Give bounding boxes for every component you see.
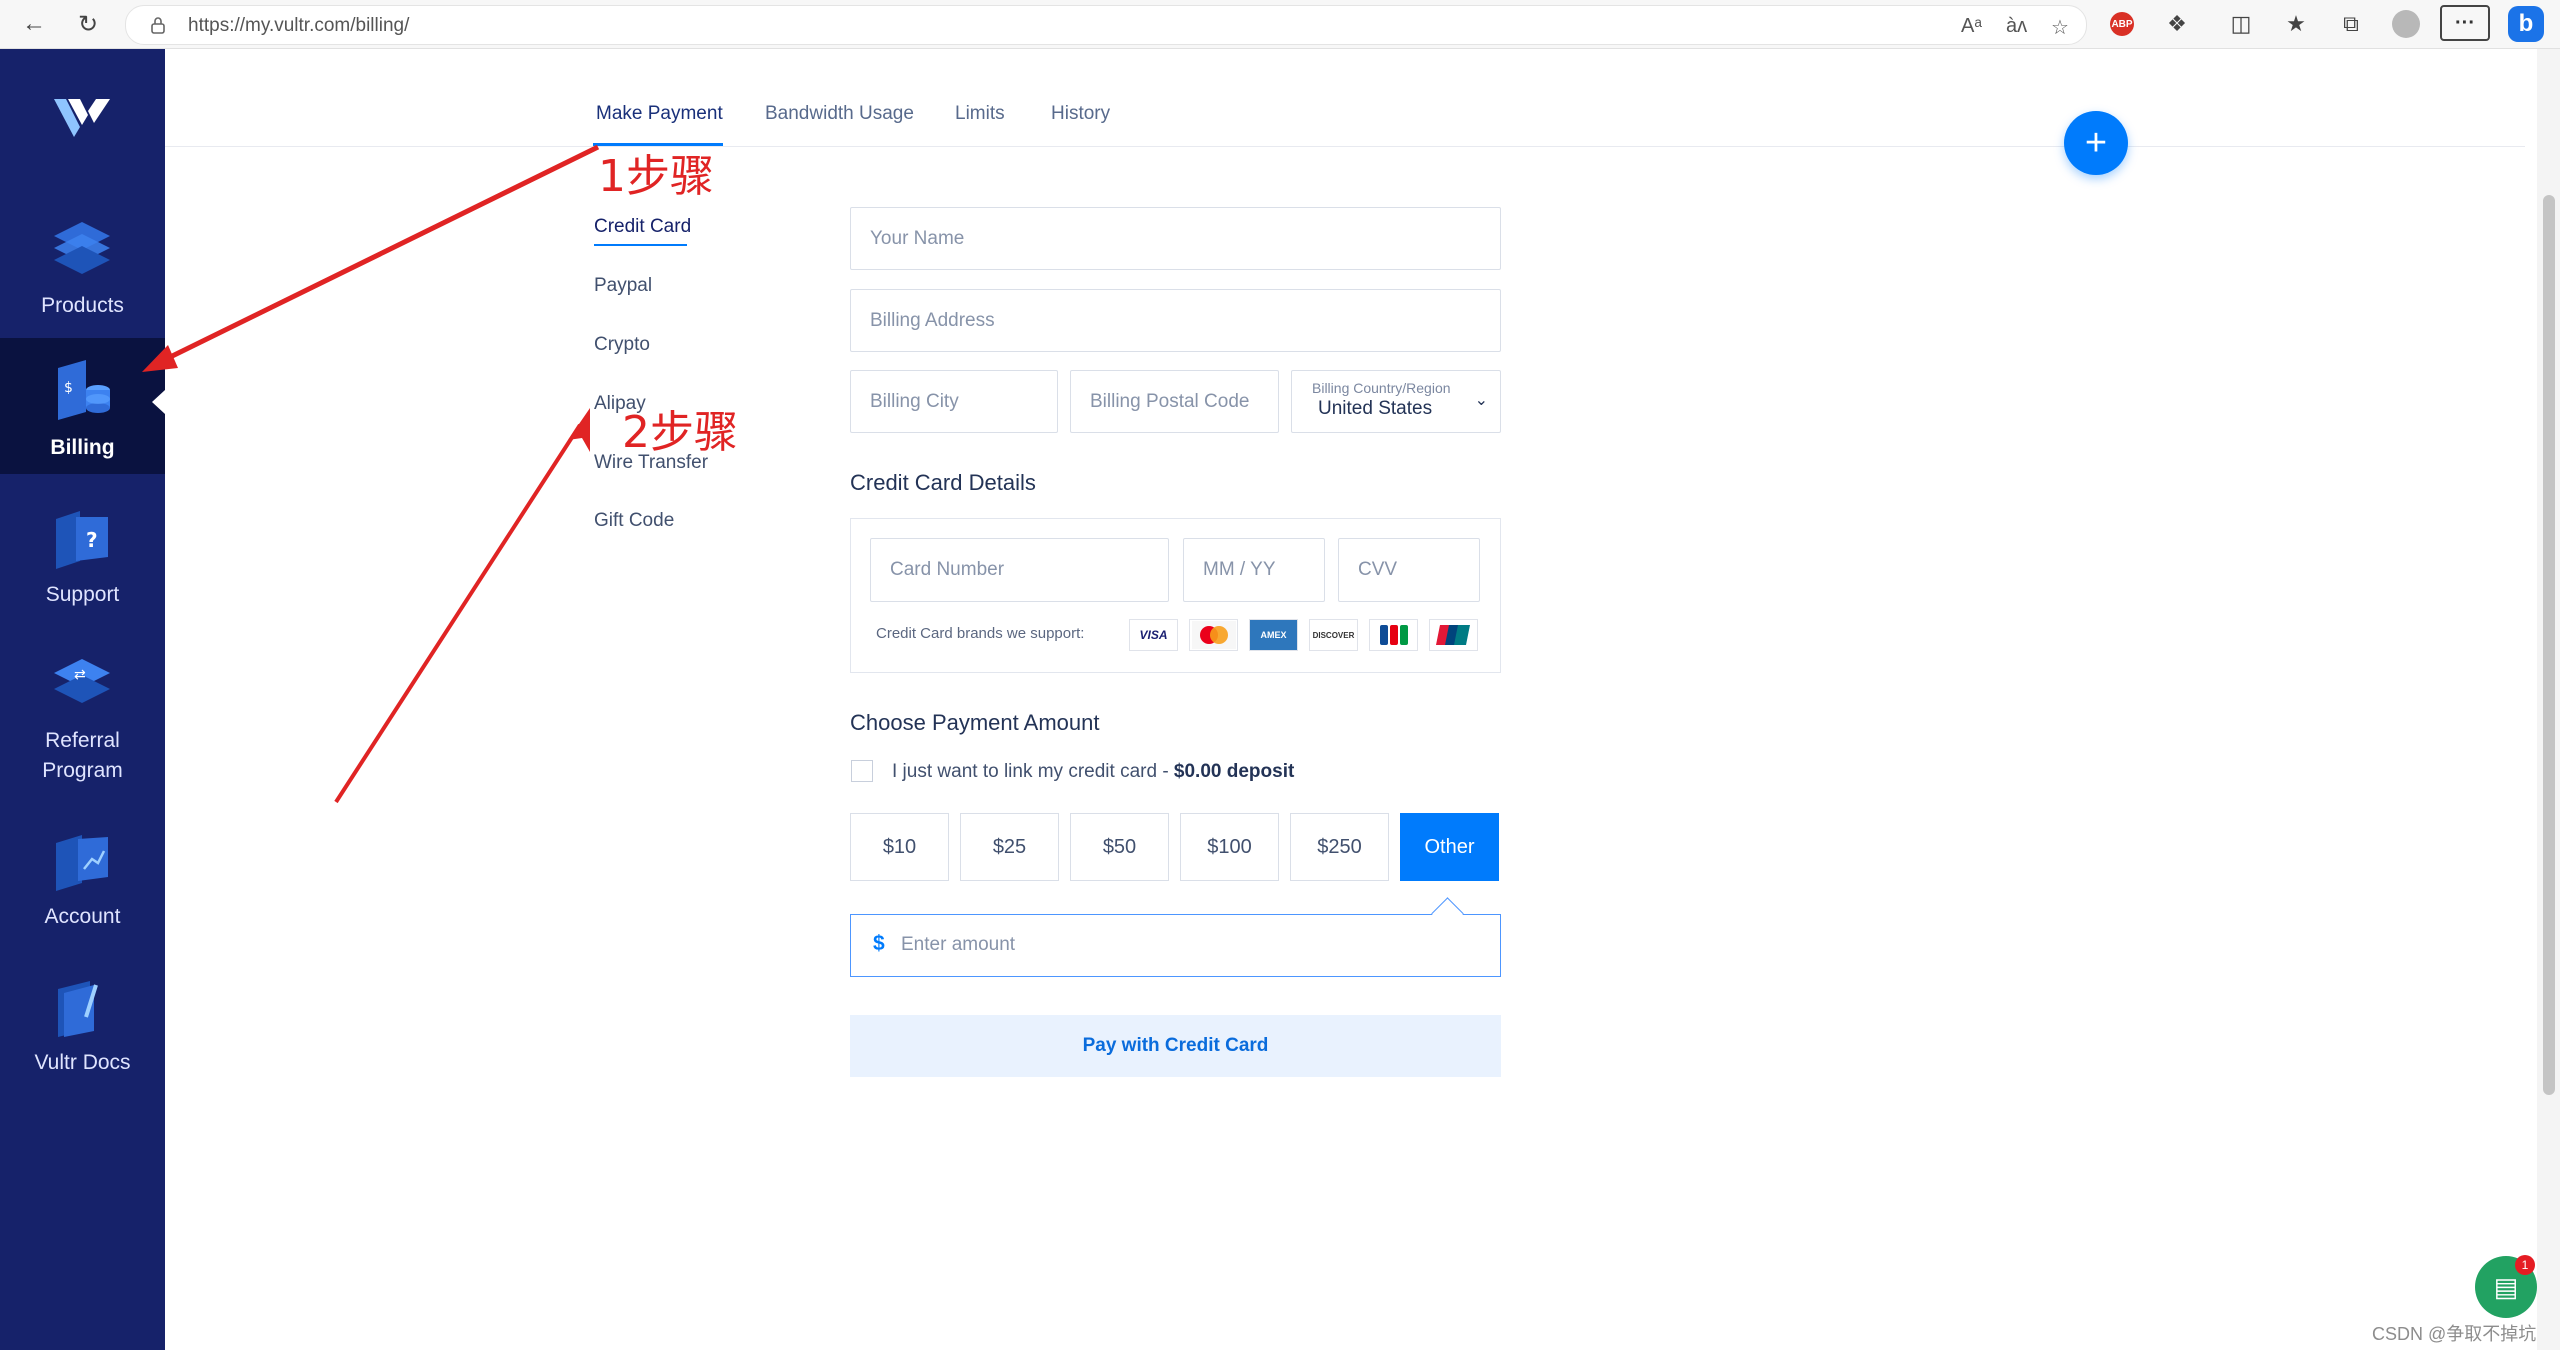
chat-notification-badge: 1: [2515, 1255, 2535, 1275]
scrollbar-thumb[interactable]: [2543, 195, 2555, 1095]
csdn-watermark: CSDN @争取不掉坑: [2372, 1324, 2537, 1344]
step2-arrow: [334, 423, 582, 804]
step1-arrowhead: [142, 345, 178, 372]
step1-arrow: [156, 144, 600, 366]
annotation-arrows: [142, 144, 600, 804]
step1-annotation: 1步骤: [598, 151, 714, 202]
step2-annotation: 2步骤: [622, 407, 738, 458]
step2-arrowhead: [568, 408, 590, 452]
